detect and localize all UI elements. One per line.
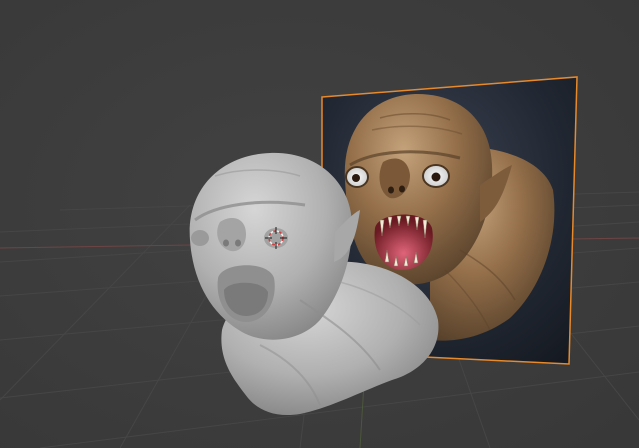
viewport-canvas[interactable] <box>0 0 639 448</box>
3d-viewport[interactable] <box>0 0 639 448</box>
